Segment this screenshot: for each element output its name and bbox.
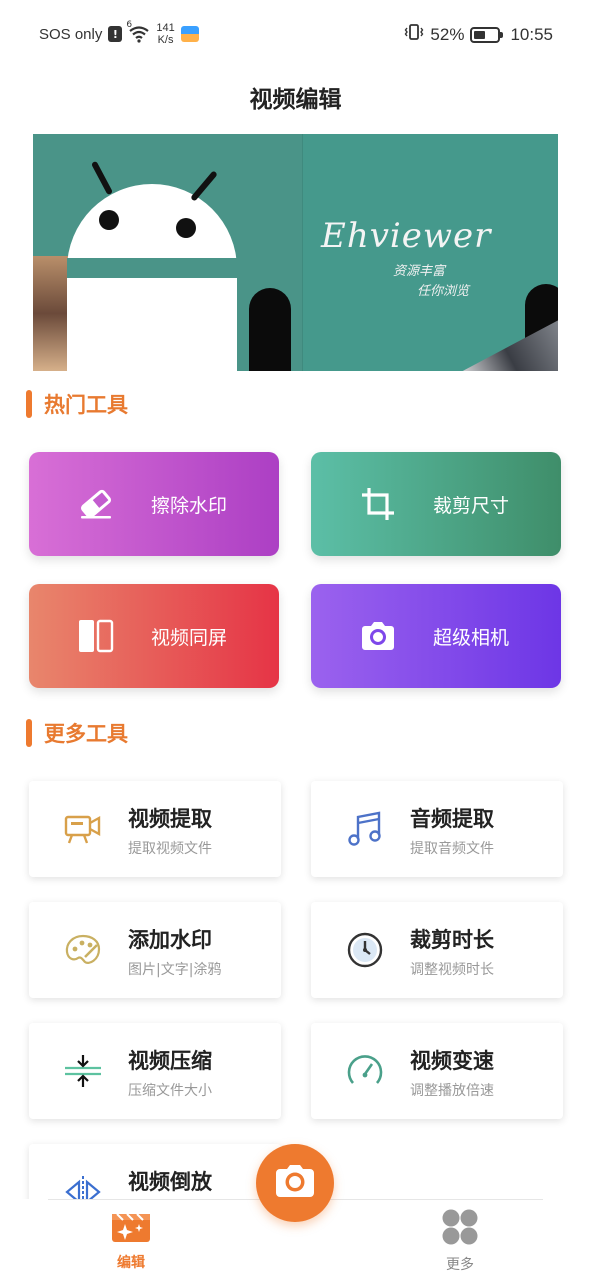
- more-tools-title: 更多工具: [44, 722, 128, 746]
- nav-more-label: 更多: [446, 1257, 474, 1273]
- banner-photo-strip: [33, 256, 69, 371]
- banner-app-name: Ehviewer: [321, 216, 492, 256]
- super-camera-label: 超级相机: [433, 626, 510, 649]
- eraser-icon: [77, 485, 115, 523]
- split-screen-button[interactable]: 视频同屏: [29, 584, 279, 688]
- erase-watermark-label: 擦除水印: [151, 494, 228, 517]
- wifi-icon: 6: [126, 20, 150, 43]
- audio-extract-title: 音频提取: [410, 807, 494, 831]
- speedometer-icon: [343, 1049, 387, 1093]
- android-antenna-right: [190, 170, 218, 202]
- compress-icon: [61, 1049, 105, 1093]
- android-antenna-left: [90, 160, 114, 196]
- android-eye-left: [99, 210, 119, 230]
- audio-extract-subtitle: 提取音频文件: [410, 841, 494, 857]
- trim-duration-subtitle: 调整视频时长: [410, 962, 494, 978]
- crop-size-button[interactable]: 裁剪尺寸: [311, 452, 561, 556]
- nav-item-more[interactable]: 更多: [420, 1208, 500, 1274]
- crop-size-label: 裁剪尺寸: [433, 494, 510, 517]
- camera-icon: [359, 617, 397, 655]
- network-speed-unit: K/s: [157, 34, 174, 46]
- add-watermark-card[interactable]: 添加水印 图片|文字|涂鸦: [29, 902, 281, 998]
- split-screen-label: 视频同屏: [151, 626, 228, 649]
- alert-icon: !: [108, 26, 123, 42]
- battery-icon: [470, 26, 504, 43]
- promo-banner[interactable]: Ehviewer 资源丰富 任你浏览: [33, 134, 558, 371]
- camera-fab-button[interactable]: [256, 1144, 334, 1222]
- trim-duration-title: 裁剪时长: [410, 928, 494, 952]
- add-watermark-subtitle: 图片|文字|涂鸦: [128, 962, 222, 978]
- banner-tagline-2: 任你浏览: [417, 284, 470, 299]
- section-accent-bar: [26, 719, 32, 747]
- grid-more-icon: [441, 1208, 479, 1250]
- video-speed-subtitle: 调整播放倍速: [410, 1083, 494, 1099]
- wifi-badge: 6: [126, 20, 133, 30]
- video-compress-title: 视频压缩: [128, 1049, 212, 1073]
- vibrate-icon: [404, 22, 424, 47]
- split-screen-icon: [77, 617, 115, 655]
- android-stripe: [67, 258, 237, 278]
- crop-icon: [359, 485, 397, 523]
- video-compress-subtitle: 压缩文件大小: [128, 1083, 212, 1099]
- edit-sparkle-icon: [111, 1208, 151, 1248]
- video-speed-card[interactable]: 视频变速 调整播放倍速: [311, 1023, 563, 1119]
- page-title: 视频编辑: [249, 87, 342, 113]
- video-compress-card[interactable]: 视频压缩 压缩文件大小: [29, 1023, 281, 1119]
- battery-percent: 52%: [430, 24, 465, 44]
- nav-item-edit[interactable]: 编辑: [91, 1208, 171, 1272]
- hot-tools-header: 热门工具: [26, 389, 128, 419]
- video-camera-icon: [61, 807, 105, 851]
- palette-icon: [61, 928, 105, 972]
- trim-duration-card[interactable]: 裁剪时长 调整视频时长: [311, 902, 563, 998]
- video-extract-title: 视频提取: [128, 807, 212, 831]
- network-speed: 141 K/s: [156, 22, 174, 46]
- banner-dark-shape: [249, 288, 291, 371]
- more-tools-header: 更多工具: [26, 718, 128, 748]
- nav-edit-label: 编辑: [117, 1255, 145, 1271]
- super-camera-button[interactable]: 超级相机: [311, 584, 561, 688]
- video-extract-card[interactable]: 视频提取 提取视频文件: [29, 781, 281, 877]
- android-eye-right: [176, 218, 196, 238]
- app-notification-icon: [180, 26, 199, 42]
- clock-time: 10:55: [510, 24, 553, 44]
- carrier-text: SOS only: [39, 25, 103, 43]
- erase-watermark-button[interactable]: 擦除水印: [29, 452, 279, 556]
- camera-icon: [273, 1161, 317, 1205]
- network-speed-value: 141: [156, 22, 175, 34]
- video-speed-title: 视频变速: [410, 1049, 494, 1073]
- banner-left-panel: [33, 134, 303, 371]
- clock-icon: [343, 928, 387, 972]
- battery-fill: [474, 30, 486, 39]
- section-accent-bar: [26, 390, 32, 418]
- banner-tagline-1: 资源丰富: [393, 264, 446, 279]
- video-extract-subtitle: 提取视频文件: [128, 841, 212, 857]
- status-bar: SOS only ! 6 141 K/s 52% 10:55: [0, 0, 591, 66]
- video-reverse-title: 视频倒放: [128, 1170, 212, 1194]
- add-watermark-title: 添加水印: [128, 928, 212, 952]
- hot-tools-title: 热门工具: [44, 393, 128, 417]
- audio-extract-card[interactable]: 音频提取 提取音频文件: [311, 781, 563, 877]
- music-note-icon: [343, 807, 387, 851]
